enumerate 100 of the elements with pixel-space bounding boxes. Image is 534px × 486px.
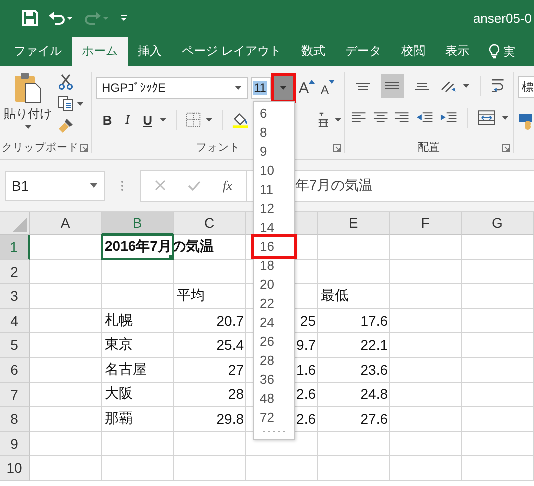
scissors-icon[interactable]	[58, 74, 74, 90]
copy-icon[interactable]	[58, 96, 74, 112]
caret-icon[interactable]	[206, 118, 213, 122]
cancel-icon[interactable]	[155, 180, 166, 191]
fill-color-icon[interactable]	[232, 111, 249, 129]
table-cell[interactable]	[462, 382, 534, 408]
font-size-option[interactable]: 72	[254, 408, 294, 427]
table-cell[interactable]	[318, 260, 390, 284]
insert-function-button[interactable]: fx	[223, 178, 232, 194]
table-cell[interactable]	[390, 260, 462, 284]
font-size-option[interactable]: 16	[254, 237, 294, 256]
caret-icon[interactable]	[160, 118, 167, 122]
row-header[interactable]: 10	[0, 456, 30, 481]
table-cell[interactable]: 23.6	[318, 358, 390, 383]
table-cell[interactable]: 東京	[102, 333, 174, 358]
table-cell[interactable]	[174, 432, 246, 456]
check-icon[interactable]	[188, 180, 201, 190]
table-cell[interactable]	[462, 308, 534, 334]
column-header[interactable]: A	[30, 212, 102, 235]
table-cell[interactable]	[462, 456, 534, 481]
column-header[interactable]: E	[318, 212, 390, 235]
table-cell[interactable]	[390, 308, 462, 334]
table-cell[interactable]: 17.6	[318, 308, 390, 334]
font-size-option[interactable]: 22	[254, 294, 294, 313]
caret-icon[interactable]	[77, 102, 84, 106]
font-size-option[interactable]: 18	[254, 256, 294, 275]
table-cell[interactable]	[390, 407, 462, 432]
column-header[interactable]: G	[462, 212, 534, 235]
table-cell[interactable]	[174, 260, 246, 284]
font-size-option[interactable]: 36	[254, 370, 294, 389]
phonetic-guide-icon[interactable]	[317, 112, 330, 128]
font-size-option[interactable]: 12	[254, 199, 294, 218]
select-all-icon[interactable]	[13, 218, 27, 232]
table-cell[interactable]: 27.6	[318, 407, 390, 432]
dialog-launcher-icon[interactable]	[80, 144, 88, 152]
row-header[interactable]: 6	[0, 358, 30, 383]
table-cell[interactable]	[30, 284, 102, 309]
table-cell[interactable]	[30, 432, 102, 456]
table-cell[interactable]	[30, 333, 102, 358]
ribbon-tab[interactable]: 表示	[435, 37, 480, 66]
number-format-field[interactable]: 標	[518, 76, 534, 98]
table-cell[interactable]: 29.8	[174, 407, 246, 432]
caret-icon[interactable]	[335, 118, 342, 122]
table-cell[interactable]	[390, 432, 462, 456]
underline-button[interactable]: U	[140, 112, 156, 128]
table-cell[interactable]	[462, 235, 534, 260]
ribbon-tab[interactable]: ホーム	[72, 37, 128, 66]
row-header[interactable]: 4	[0, 308, 30, 334]
table-cell[interactable]: 最低	[318, 284, 390, 309]
merge-cells-icon[interactable]	[478, 110, 496, 126]
table-cell[interactable]	[390, 358, 462, 383]
caret-icon[interactable]	[502, 116, 509, 120]
font-size-option[interactable]: 9	[254, 142, 294, 161]
table-cell[interactable]: 28	[174, 382, 246, 408]
font-size-option[interactable]: 28	[254, 351, 294, 370]
table-cell[interactable]	[462, 432, 534, 456]
table-cell[interactable]: 平均	[174, 284, 246, 309]
name-box[interactable]: B1	[5, 170, 105, 200]
table-cell[interactable]: 名古屋	[102, 358, 174, 383]
row-header[interactable]: 1	[0, 235, 30, 260]
save-icon[interactable]	[22, 10, 38, 26]
table-cell[interactable]	[390, 333, 462, 358]
table-cell[interactable]	[318, 432, 390, 456]
font-size-field[interactable]: 11	[251, 77, 272, 99]
table-cell[interactable]	[390, 382, 462, 408]
row-header[interactable]: 3	[0, 284, 30, 309]
increase-font-size-button[interactable]: A	[299, 80, 316, 96]
table-cell[interactable]	[102, 284, 174, 309]
table-cell[interactable]	[102, 260, 174, 284]
table-cell[interactable]: 25.4	[174, 333, 246, 358]
table-cell[interactable]	[246, 456, 318, 481]
table-cell[interactable]	[462, 260, 534, 284]
customize-icon[interactable]	[120, 14, 128, 22]
ribbon-tab[interactable]: 数式	[291, 37, 336, 66]
table-cell[interactable]	[390, 284, 462, 309]
column-header[interactable]: C	[174, 212, 246, 235]
row-header[interactable]: 8	[0, 407, 30, 432]
font-size-option[interactable]: 20	[254, 275, 294, 294]
table-cell[interactable]	[102, 432, 174, 456]
font-size-option[interactable]: 14	[254, 218, 294, 237]
ribbon-tab[interactable]: ページ レイアウト	[172, 37, 292, 66]
table-cell[interactable]: 那覇	[102, 407, 174, 432]
paste-button[interactable]: 貼り付け	[4, 72, 52, 134]
font-size-option[interactable]: 8	[254, 123, 294, 142]
font-size-option[interactable]: 6	[254, 104, 294, 123]
table-cell[interactable]	[174, 456, 246, 481]
row-header[interactable]: 2	[0, 260, 30, 284]
table-cell[interactable]	[30, 382, 102, 408]
tell-me-tab[interactable]: 実	[479, 37, 516, 66]
dialog-launcher-icon[interactable]	[333, 144, 342, 152]
font-size-option[interactable]: 26	[254, 332, 294, 351]
italic-button[interactable]: I	[120, 112, 136, 128]
table-cell[interactable]	[390, 456, 462, 481]
resize-grip-icon[interactable]	[262, 430, 286, 433]
font-size-option[interactable]: 11	[254, 180, 294, 199]
ribbon-tab[interactable]: データ	[335, 37, 392, 66]
table-cell[interactable]: 札幌	[102, 308, 174, 334]
table-cell[interactable]	[30, 308, 102, 334]
table-cell[interactable]	[30, 260, 102, 284]
font-size-dropdown-button[interactable]	[274, 76, 294, 100]
